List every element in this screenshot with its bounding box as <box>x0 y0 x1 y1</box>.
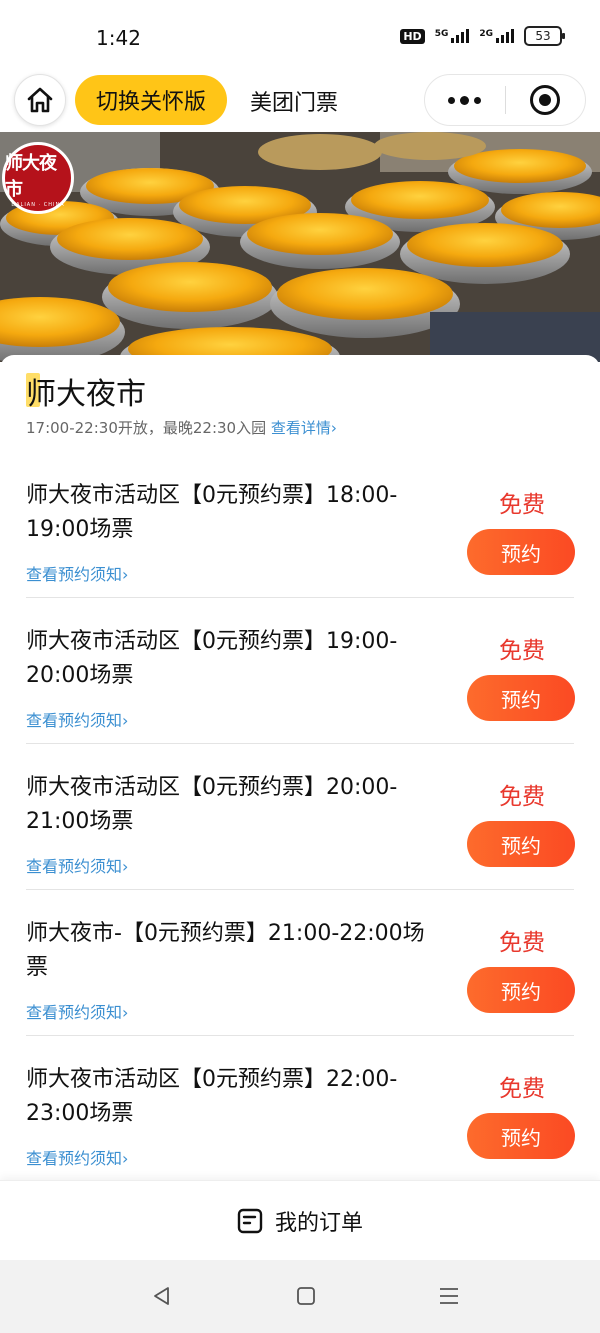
venue-hours: 17:00-22:30开放，最晚22:30入园 查看详情› <box>26 419 337 437</box>
banner-image <box>0 132 600 362</box>
chevron-right-icon: › <box>122 1003 129 1022</box>
booking-notice-link[interactable]: 查看预约须知› <box>26 707 128 731</box>
ticket-price: 免费 <box>499 638 545 664</box>
more-dots-icon[interactable] <box>425 74 505 126</box>
booking-notice-link[interactable]: 查看预约须知› <box>26 999 128 1023</box>
divider <box>26 597 574 598</box>
ticket-item[interactable]: 师大夜市活动区【0元预约票】20:00-21:00场票 查看预约须知› 免费 预… <box>0 771 600 917</box>
target-icon <box>530 85 561 115</box>
ticket-name: 师大夜市活动区【0元预约票】22:00-23:00场票 <box>26 1067 398 1126</box>
food-steamers-image <box>0 132 600 362</box>
chevron-right-icon: › <box>122 857 129 876</box>
ticket-name: 师大夜市活动区【0元预约票】19:00-20:00场票 <box>26 629 398 688</box>
book-button[interactable]: 预约 <box>467 675 575 721</box>
booking-notice-link[interactable]: 查看预约须知› <box>26 1145 128 1169</box>
care-mode-button[interactable]: 切换关怀版 <box>75 75 227 125</box>
chevron-right-icon: › <box>122 565 129 584</box>
ticket-name: 师大夜市-【0元预约票】21:00-22:00场票 <box>26 921 425 980</box>
book-button[interactable]: 预约 <box>467 967 575 1013</box>
status-icons: HD 5G 2G 53 <box>400 26 565 46</box>
chevron-right-icon: › <box>122 711 129 730</box>
chevron-right-icon: › <box>122 1149 129 1168</box>
nav-bar: 切换关怀版 美团门票 <box>0 70 600 132</box>
booking-notice-link[interactable]: 查看预约须知› <box>26 853 128 877</box>
order-list-icon <box>237 1208 263 1233</box>
status-time: 1:42 <box>96 26 141 50</box>
divider <box>26 889 574 890</box>
home-icon <box>27 87 53 113</box>
ticket-price: 免费 <box>499 930 545 956</box>
signal-5g-icon: 5G <box>435 29 470 43</box>
booking-notice-link[interactable]: 查看预约须知› <box>26 561 128 585</box>
ticket-item[interactable]: 师大夜市活动区【0元预约票】19:00-20:00场票 查看预约须知› 免费 预… <box>0 625 600 771</box>
menu-lines-icon[interactable] <box>433 1280 465 1312</box>
my-orders-bar[interactable]: 我的订单 <box>0 1180 600 1260</box>
book-button[interactable]: 预约 <box>467 529 575 575</box>
ticket-item[interactable]: 师大夜市活动区【0元预约票】18:00-19:00场票 查看预约须知› 免费 预… <box>0 479 600 625</box>
mini-program-capsule <box>424 74 586 126</box>
ticket-content: 师大夜市 17:00-22:30开放，最晚22:30入园 查看详情› 师大夜市活… <box>0 355 600 1180</box>
chevron-right-icon: › <box>330 419 337 437</box>
book-button[interactable]: 预约 <box>467 821 575 867</box>
ticket-price: 免费 <box>499 492 545 518</box>
battery-icon: 53 <box>524 26 565 46</box>
close-miniprogram-button[interactable] <box>506 74 586 126</box>
ticket-price: 免费 <box>499 784 545 810</box>
system-navigation-bar <box>0 1260 600 1333</box>
details-link[interactable]: 查看详情› <box>271 419 337 437</box>
venue-logo: 师大夜市 DALIAN · CHINA <box>2 142 74 214</box>
signal-2g-icon: 2G <box>479 29 514 43</box>
ticket-item[interactable]: 师大夜市-【0元预约票】21:00-22:00场票 查看预约须知› 免费 预约 <box>0 917 600 1063</box>
divider <box>26 743 574 744</box>
book-button[interactable]: 预约 <box>467 1113 575 1159</box>
status-bar: 1:42 HD 5G 2G 53 <box>0 0 600 70</box>
ticket-price: 免费 <box>499 1076 545 1102</box>
home-button[interactable] <box>14 74 66 126</box>
page-title: 美团门票 <box>250 91 339 116</box>
ticket-name: 师大夜市活动区【0元预约票】20:00-21:00场票 <box>26 775 398 834</box>
back-triangle-icon[interactable] <box>146 1280 178 1312</box>
venue-title: 师大夜市 <box>26 377 146 412</box>
my-orders-label: 我的订单 <box>274 1210 363 1236</box>
divider <box>26 1035 574 1036</box>
ticket-name: 师大夜市活动区【0元预约票】18:00-19:00场票 <box>26 483 398 542</box>
hd-badge: HD <box>400 28 425 44</box>
square-home-icon[interactable] <box>290 1280 322 1312</box>
